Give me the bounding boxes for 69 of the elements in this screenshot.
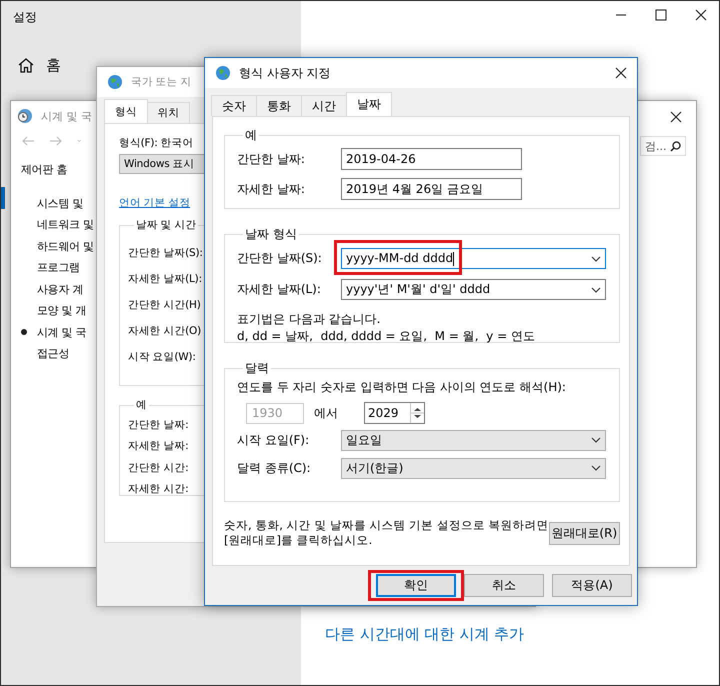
home-icon[interactable] xyxy=(18,58,34,73)
note-text: [원래대로]를 클릭하십시오. xyxy=(224,533,374,548)
home-link[interactable]: 홈 xyxy=(46,56,61,75)
group-title: 달력 xyxy=(244,360,270,377)
nav-link[interactable]: 제어판 홈 xyxy=(21,159,67,180)
year-spin-box[interactable]: 2029 xyxy=(364,402,425,424)
group-title: 날짜 및 시간 xyxy=(135,218,198,232)
format-combo-box[interactable]: yyyy'년' M'월' d'일' dddd xyxy=(341,279,606,300)
dropdown[interactable]: 서기(한글) xyxy=(341,458,606,478)
close-icon[interactable] xyxy=(615,67,627,79)
field-label: 형식(F): 한국어 xyxy=(119,136,194,150)
clock-globe-icon xyxy=(17,108,33,124)
field-label: 시작 요일(F): xyxy=(237,432,310,448)
tab[interactable]: 위치 xyxy=(146,102,190,123)
field-label: 시작 요일(W): xyxy=(128,350,196,365)
search-icon[interactable] xyxy=(670,140,681,152)
group-title: 예 xyxy=(135,398,148,412)
example-field: 2019-04-26 xyxy=(341,148,522,170)
field-label: 간단한 날짜(S): xyxy=(128,246,203,261)
nav-link[interactable]: 사용자 계 xyxy=(21,278,83,300)
nav-link[interactable]: 네트워크 및 xyxy=(21,214,94,236)
globe-icon xyxy=(107,74,123,90)
field-label: 에서 xyxy=(314,404,338,422)
selection-indicator xyxy=(1,187,5,209)
reset-button[interactable]: 원래대로(R) xyxy=(548,522,620,544)
field-label: 간단한 날짜(S): xyxy=(237,250,323,267)
dropdown[interactable]: 일요일 xyxy=(341,430,606,450)
close-icon[interactable] xyxy=(670,111,682,123)
tab[interactable]: 형식 xyxy=(104,99,148,123)
field-label: 간단한 시간(H) xyxy=(128,298,201,313)
nav-link[interactable]: 접근성 xyxy=(21,343,70,364)
field-label: 간단한 날짜: xyxy=(237,150,306,168)
field-label: 간단한 날짜: xyxy=(128,418,188,433)
close-icon[interactable] xyxy=(695,9,707,21)
add-clock-link[interactable]: 다른 시간대에 대한 시계 추가 xyxy=(325,625,524,644)
window-title: 국가 또는 지 xyxy=(131,75,192,89)
dialog-button[interactable]: 확인 xyxy=(376,574,456,597)
window-title: 형식 사용자 지정 xyxy=(239,64,331,82)
nav-link[interactable]: 시계 및 국 xyxy=(21,322,86,343)
field-label: 연도를 두 자리 숫자로 입력하면 다음 사이의 연도로 해석(H): xyxy=(237,379,567,396)
dialog-button[interactable]: 적용(A) xyxy=(552,574,632,597)
nav-link[interactable]: 하드웨어 및 xyxy=(21,236,94,257)
example-field: 2019년 4월 26일 금요일 xyxy=(341,178,522,200)
window-title: 설정 xyxy=(13,9,38,26)
note-text: 표기법은 다음과 같습니다. xyxy=(237,311,382,328)
field-label: 간단한 시간: xyxy=(128,460,188,476)
format-combo-box[interactable]: yyyy-MM-dd dddd xyxy=(341,248,606,269)
note-text: d, dd = 날짜, ddd, dddd = 요일, M = 월, y = 연도 xyxy=(237,328,536,345)
field-label: 자세한 날짜: xyxy=(237,180,306,198)
nav-link[interactable]: 프로그램 xyxy=(21,257,80,278)
group-title: 예 xyxy=(244,127,258,144)
tab[interactable]: 날짜 xyxy=(346,92,392,116)
language-settings-link[interactable]: 언어 기본 설정 xyxy=(119,196,190,210)
field-label: 자세한 날짜: xyxy=(128,439,188,454)
field-label: 자세한 시간(O) xyxy=(128,324,201,339)
dialog-button[interactable]: 취소 xyxy=(464,574,544,597)
nav-link[interactable]: 시스템 및 xyxy=(21,192,83,214)
tab[interactable]: 숫자 xyxy=(211,95,257,116)
window-title: 시계 및 국 xyxy=(41,108,92,124)
field-label: 자세한 시간: xyxy=(128,482,188,498)
note-text: 숫자, 통화, 시간 및 날짜를 시스템 기본 설정으로 복원하려면 xyxy=(224,518,549,533)
group-title: 날짜 형식 xyxy=(244,226,298,243)
field-label: 달력 종류(C): xyxy=(237,460,312,476)
nav-link[interactable]: 모양 및 개 xyxy=(21,300,86,322)
maximize-icon[interactable] xyxy=(655,9,667,21)
field-label: 자세한 날짜(L): xyxy=(237,281,322,298)
field-label: 자세한 날짜(L): xyxy=(128,272,202,287)
globe-icon xyxy=(215,65,231,81)
format-dropdown[interactable]: Windows 표시 xyxy=(119,154,205,174)
